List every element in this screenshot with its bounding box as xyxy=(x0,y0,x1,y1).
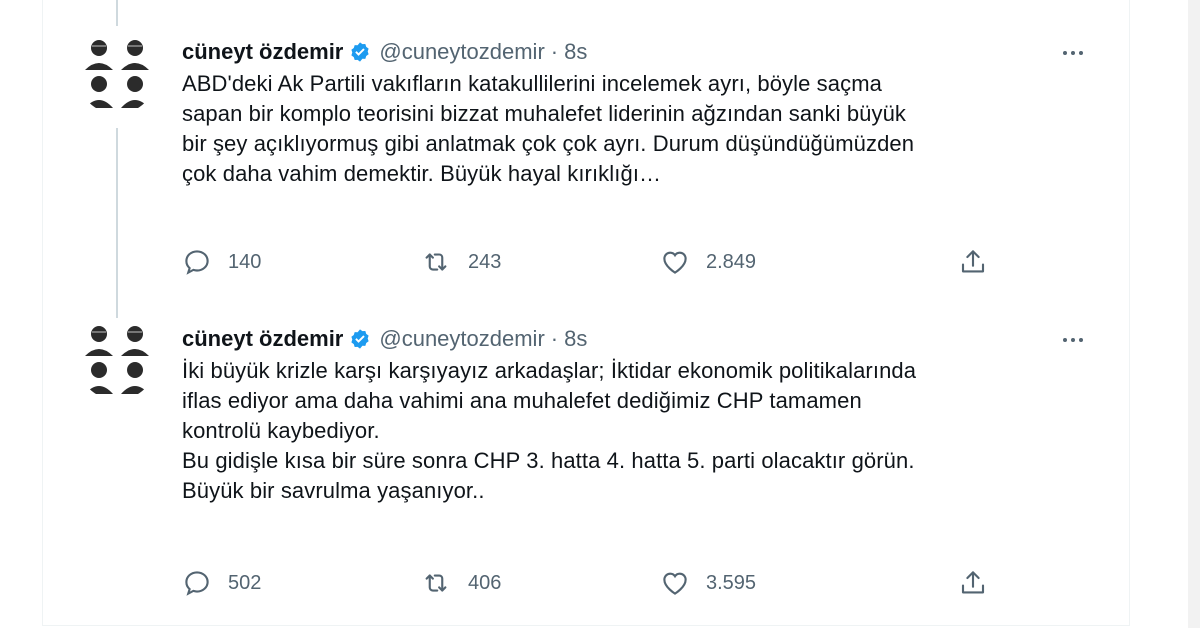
reply-icon xyxy=(185,571,209,596)
verified-badge-icon xyxy=(351,42,369,62)
tweet-header: cüneyt özdemir @cuneytozdemir · 8s xyxy=(182,37,1090,67)
author-name[interactable]: cüneyt özdemir xyxy=(182,37,343,67)
retweet-count: 243 xyxy=(468,250,502,273)
author-handle[interactable]: @cuneytozdemir xyxy=(379,324,544,354)
more-options-icon[interactable] xyxy=(1056,43,1090,63)
avatar-image xyxy=(77,34,157,114)
tweet-actions: 502 406 3.595 xyxy=(182,568,985,598)
retweet-icon xyxy=(425,253,447,271)
retweet-button[interactable]: 243 xyxy=(420,247,501,277)
share-button[interactable] xyxy=(958,247,988,277)
author-handle[interactable]: @cuneytozdemir xyxy=(379,37,544,67)
timestamp[interactable]: 8s xyxy=(564,324,587,354)
like-button[interactable]: 3.595 xyxy=(660,568,756,598)
avatar[interactable] xyxy=(77,320,157,400)
tweet-content: cüneyt özdemir @cuneytozdemir · 8s İki b… xyxy=(182,324,1090,506)
tweet-actions: 140 243 2.849 xyxy=(182,247,985,277)
page-edge xyxy=(1188,0,1200,628)
reply-icon xyxy=(185,250,209,275)
separator: · xyxy=(550,39,559,64)
like-count: 3.595 xyxy=(706,571,757,594)
tweet-text: İki büyük krizle karşı karşıyayız arkada… xyxy=(182,358,917,503)
author-name[interactable]: cüneyt özdemir xyxy=(182,324,343,354)
like-icon xyxy=(663,572,687,595)
timestamp[interactable]: 8s xyxy=(564,37,587,67)
tweet[interactable]: cüneyt özdemir @cuneytozdemir · 8s İki b… xyxy=(42,300,1130,626)
verified-badge-icon xyxy=(351,329,369,349)
retweet-icon xyxy=(425,574,447,592)
like-icon xyxy=(663,251,687,274)
more-options-icon[interactable] xyxy=(1056,330,1090,350)
share-button[interactable] xyxy=(958,568,988,598)
avatar-image xyxy=(77,320,157,400)
like-count: 2.849 xyxy=(706,250,757,273)
separator: · xyxy=(550,326,559,351)
retweet-count: 406 xyxy=(468,571,502,594)
share-icon xyxy=(961,571,985,594)
tweet-header: cüneyt özdemir @cuneytozdemir · 8s xyxy=(182,324,1090,354)
tweet[interactable]: cüneyt özdemir @cuneytozdemir · 8s ABD'd… xyxy=(42,0,1130,300)
avatar[interactable] xyxy=(77,34,157,114)
retweet-button[interactable]: 406 xyxy=(420,568,501,598)
reply-count: 502 xyxy=(228,571,262,594)
reply-button[interactable]: 140 xyxy=(182,247,261,277)
reply-count: 140 xyxy=(228,250,262,273)
like-button[interactable]: 2.849 xyxy=(660,247,756,277)
share-icon xyxy=(961,250,985,273)
tweet-content: cüneyt özdemir @cuneytozdemir · 8s ABD'd… xyxy=(182,37,1090,189)
tweet-text: ABD'deki Ak Partili vakıfların katakulli… xyxy=(182,71,915,186)
reply-button[interactable]: 502 xyxy=(182,568,261,598)
